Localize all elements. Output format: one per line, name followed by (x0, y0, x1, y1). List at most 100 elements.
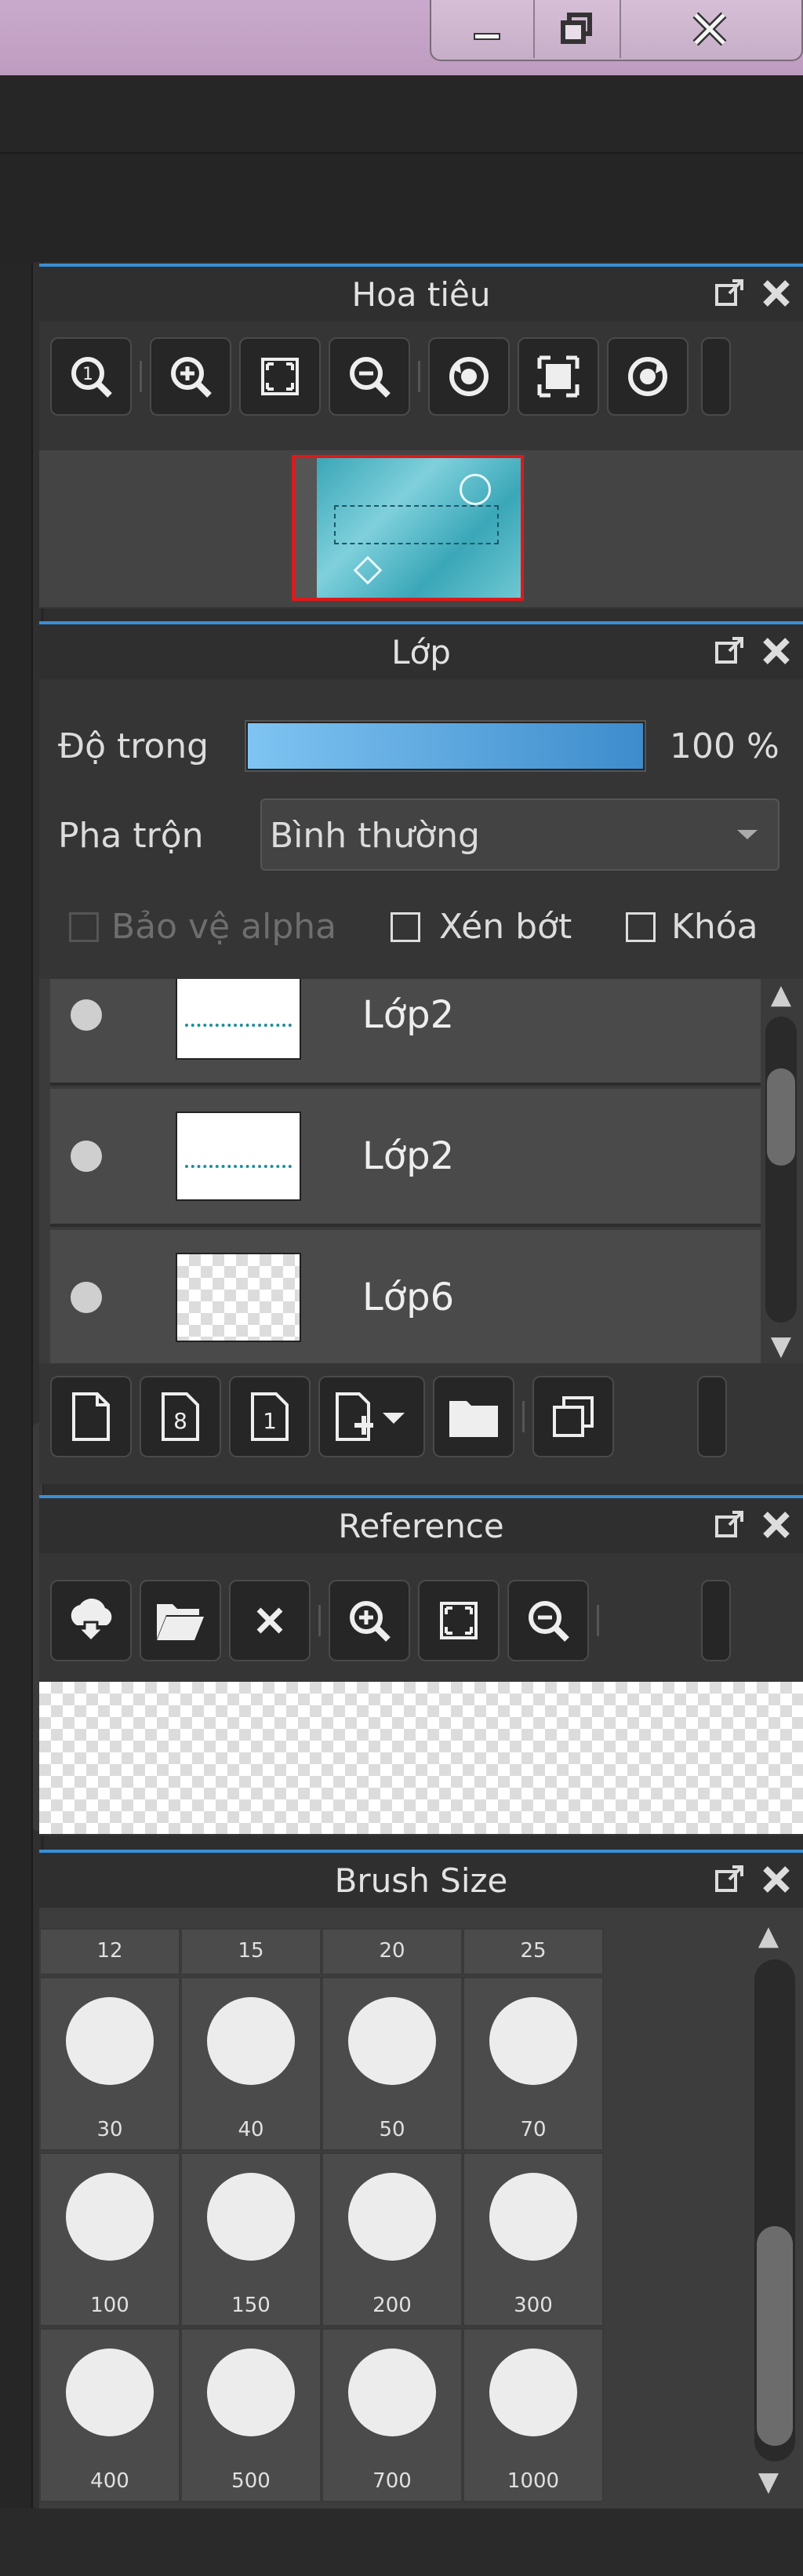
clip-checkbox[interactable] (391, 911, 420, 942)
protect-alpha-option[interactable]: Bảo vệ alpha (69, 907, 336, 947)
brush-size-cell[interactable]: 25 (463, 1928, 604, 1975)
brush-scrollbar-track[interactable] (754, 1959, 795, 2461)
rotate-right-button[interactable] (607, 337, 689, 416)
close-panel-icon[interactable] (761, 1864, 792, 1895)
protect-alpha-checkbox[interactable] (69, 911, 99, 942)
popout-icon[interactable] (714, 635, 745, 667)
brush-size-label: 1000 (507, 2469, 560, 2493)
minimize-button[interactable] (441, 0, 535, 58)
layer-visibility-toggle[interactable] (71, 999, 102, 1031)
layer-thumbnail (176, 1112, 301, 1201)
remove-reference-button[interactable] (229, 1580, 311, 1661)
open-file-button[interactable] (140, 1580, 221, 1661)
layer-visibility-toggle[interactable] (71, 1141, 102, 1172)
new-folder-button[interactable] (433, 1376, 514, 1457)
toolbar-separator (522, 1401, 525, 1432)
navigator-title: Hoa tiêu (351, 275, 491, 314)
brush-size-cell[interactable]: 50 (322, 1977, 463, 2151)
toolbar-overflow[interactable] (701, 1580, 731, 1661)
popout-icon[interactable] (714, 1509, 745, 1541)
reference-toolbar (50, 1580, 731, 1661)
blend-mode-select[interactable]: Bình thường (260, 799, 779, 871)
brush-size-label: 300 (514, 2294, 553, 2317)
close-panel-icon[interactable] (761, 635, 792, 667)
brush-size-cell[interactable]: 30 (39, 1977, 180, 2151)
layer-visibility-toggle[interactable] (71, 1282, 102, 1313)
restore-button[interactable] (535, 0, 621, 58)
brush-size-label: 500 (231, 2469, 271, 2493)
brush-size-label: 150 (231, 2294, 271, 2317)
close-panel-icon[interactable] (761, 1509, 792, 1541)
close-icon (692, 12, 727, 46)
restore-icon (561, 13, 592, 44)
8bit-layer-icon: 8 (162, 1392, 199, 1441)
reference-zoom-in-button[interactable] (329, 1580, 410, 1661)
scroll-up-icon[interactable]: ▲ (758, 979, 803, 1010)
layer-scrollbar-thumb[interactable] (767, 1068, 795, 1166)
brush-size-cell[interactable]: 70 (463, 1977, 604, 2151)
add-layer-menu-button[interactable] (318, 1376, 425, 1457)
scroll-down-icon[interactable]: ▼ (745, 2466, 792, 2498)
opacity-value: 100 % (670, 726, 779, 766)
fit-view-button[interactable] (239, 337, 321, 416)
layer-toolbar: 8 1 (50, 1376, 727, 1457)
thumbnail-margin (295, 458, 317, 598)
brush-preview-dot (348, 2173, 436, 2261)
duplicate-layer-button[interactable] (532, 1376, 614, 1457)
layer-row[interactable]: Lớp2 (50, 1089, 761, 1227)
close-panel-icon[interactable] (761, 278, 792, 309)
minimize-icon (474, 33, 500, 40)
lock-option[interactable]: Khóa (626, 907, 758, 947)
brush-size-cell[interactable]: 12 (39, 1928, 180, 1975)
brush-size-cell[interactable]: 1000 (463, 2328, 604, 2502)
rotate-left-button[interactable] (428, 337, 510, 416)
scroll-down-icon[interactable]: ▼ (758, 1330, 803, 1362)
brush-size-label: 400 (90, 2469, 129, 2493)
brush-scrollbar-thumb[interactable] (757, 2226, 793, 2446)
scroll-up-icon[interactable]: ▲ (745, 1920, 792, 1952)
opacity-slider[interactable] (245, 720, 646, 772)
zoom-in-button[interactable] (150, 337, 231, 416)
reference-canvas[interactable] (39, 1682, 803, 1834)
layer-scrollbar-track[interactable] (765, 1017, 797, 1323)
brush-size-cell[interactable]: 20 (322, 1928, 463, 1975)
layer-row[interactable]: Lớp2 (50, 979, 761, 1086)
new-1bit-layer-button[interactable]: 1 (229, 1376, 311, 1457)
clip-option[interactable]: Xén bớt (391, 907, 572, 947)
zoom-reset-icon: 1 (71, 357, 112, 398)
brush-size-cell[interactable]: 40 (180, 1977, 322, 2151)
brush-size-cell[interactable]: 200 (322, 2152, 463, 2327)
brush-size-cell[interactable]: 150 (180, 2152, 322, 2327)
brush-size-cell[interactable]: 300 (463, 2152, 604, 2327)
brush-size-cell[interactable]: 500 (180, 2328, 322, 2502)
toolbar-overflow[interactable] (701, 337, 731, 416)
new-8bit-layer-button[interactable]: 8 (140, 1376, 221, 1457)
brush-size-cell[interactable]: 700 (322, 2328, 463, 2502)
toolbar-overflow[interactable] (697, 1376, 727, 1457)
lock-checkbox[interactable] (626, 911, 656, 942)
navigator-toolbar: 1 (50, 337, 731, 416)
brush-size-label: 40 (238, 2118, 264, 2141)
layer-row[interactable]: Lớp6 (50, 1230, 761, 1363)
reference-zoom-out-button[interactable] (507, 1580, 589, 1661)
navigator-preview-area (39, 450, 803, 607)
zoom-out-button[interactable] (329, 337, 410, 416)
new-layer-button[interactable] (50, 1376, 132, 1457)
brush-size-cell[interactable]: 15 (180, 1928, 322, 1975)
brush-preview-dot (66, 2349, 154, 2436)
reference-fit-button[interactable] (418, 1580, 500, 1661)
load-from-cloud-button[interactable] (50, 1580, 132, 1661)
close-window-button[interactable] (627, 0, 792, 58)
opacity-label: Độ trong (58, 726, 209, 766)
popout-icon[interactable] (714, 1864, 745, 1895)
brush-size-cell[interactable]: 100 (39, 2152, 180, 2327)
brush-preview-dot (207, 2349, 295, 2436)
brush-size-label: 30 (96, 2118, 123, 2141)
zoom-reset-button[interactable]: 1 (50, 337, 132, 416)
blend-mode-value: Bình thường (270, 816, 480, 856)
fullscreen-button[interactable] (518, 337, 599, 416)
brush-size-cell[interactable]: 400 (39, 2328, 180, 2502)
chevron-down-icon (737, 830, 758, 839)
navigator-thumbnail[interactable] (292, 455, 524, 601)
popout-icon[interactable] (714, 278, 745, 309)
